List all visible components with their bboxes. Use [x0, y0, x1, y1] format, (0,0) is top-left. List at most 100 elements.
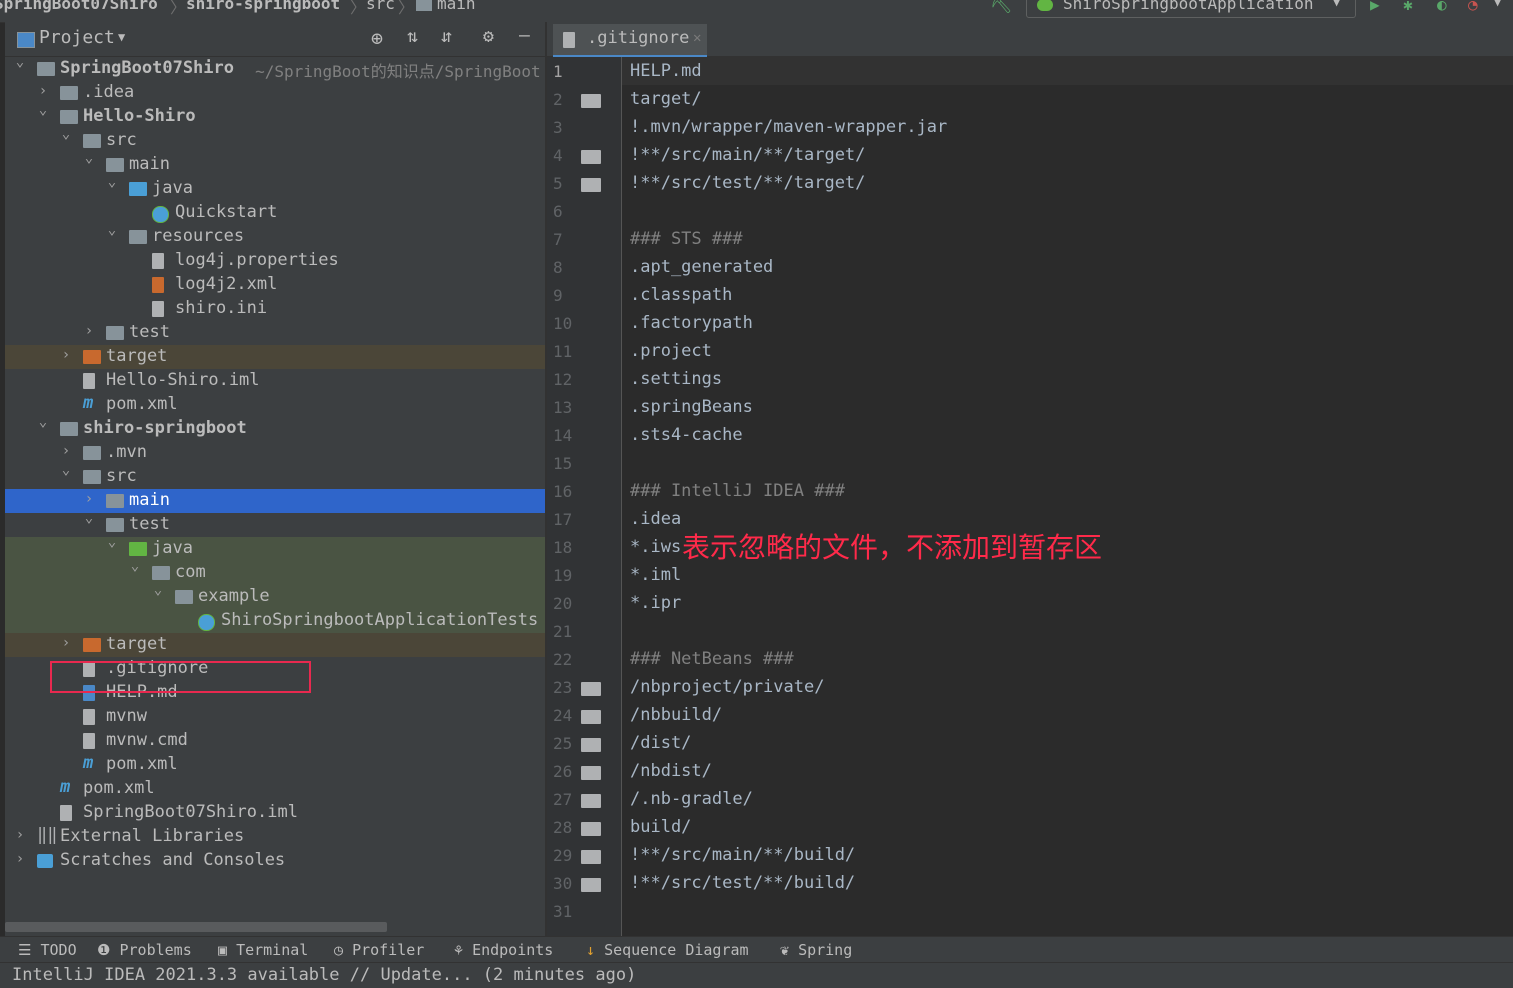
tree-node[interactable]: › ‖‖ External Libraries: [5, 825, 545, 849]
code-line[interactable]: ### STS ###: [630, 229, 743, 249]
code-editor[interactable]: HELP.md target/ !.mvn/wrapper/maven-wrappe…: [622, 57, 1513, 936]
chevron-down-icon[interactable]: ⌄: [36, 414, 50, 430]
tree-node[interactable]: › test: [5, 321, 545, 345]
horizontal-scrollbar[interactable]: [5, 922, 387, 932]
tree-node[interactable]: log4j.properties: [5, 249, 545, 273]
profile-icon[interactable]: ◔: [1468, 0, 1478, 14]
tree-node[interactable]: log4j2.xml: [5, 273, 545, 297]
code-line[interactable]: HELP.md: [630, 61, 702, 81]
code-line[interactable]: .idea: [630, 509, 681, 529]
tree-node[interactable]: ShiroSpringbootApplicationTests: [5, 609, 545, 633]
debug-icon[interactable]: ✱: [1403, 0, 1413, 14]
chevron-down-icon[interactable]: ⌄: [59, 126, 73, 142]
chevron-down-icon[interactable]: ▼: [118, 30, 125, 44]
build-hammer-icon[interactable]: ⛏: [990, 0, 1013, 15]
gear-icon[interactable]: ⚙: [483, 26, 494, 47]
chevron-right-icon[interactable]: ›: [36, 83, 50, 99]
tree-node[interactable]: › target: [5, 633, 545, 657]
tree-node[interactable]: ⌄ example: [5, 582, 545, 609]
collapse-all-icon[interactable]: ⇵: [441, 26, 452, 47]
code-line[interactable]: *.iws: [630, 537, 681, 557]
tool-sequence-diagram[interactable]: ↓ Sequence Diagram: [586, 941, 749, 959]
chevron-down-icon[interactable]: ⌄: [13, 54, 27, 70]
code-line[interactable]: .project: [630, 341, 712, 361]
tree-node[interactable]: › .idea: [5, 81, 545, 105]
tree-node[interactable]: ⌄ SpringBoot07Shiro ~/SpringBoot的知识点/Sprin…: [5, 54, 545, 81]
code-line[interactable]: /.nb-gradle/: [630, 789, 753, 809]
chevron-right-icon[interactable]: ›: [82, 491, 96, 507]
chevron-down-icon[interactable]: ⌄: [82, 150, 96, 166]
tree-node[interactable]: m pom.xml: [5, 753, 545, 777]
tree-node[interactable]: mvnw.cmd: [5, 729, 545, 753]
code-line[interactable]: .classpath: [630, 285, 732, 305]
tree-node[interactable]: ⌄ Hello-Shiro: [5, 102, 545, 129]
tree-node[interactable]: ⌄ resources: [5, 222, 545, 249]
breadcrumb-module[interactable]: shiro-springboot: [186, 0, 340, 13]
tree-node[interactable]: ⌄ shiro-springboot: [5, 414, 545, 441]
code-line[interactable]: target/: [630, 89, 702, 109]
code-line[interactable]: ### IntelliJ IDEA ###: [630, 481, 845, 501]
tree-node[interactable]: ⌄ test: [5, 510, 545, 537]
code-line[interactable]: .factorypath: [630, 313, 753, 333]
tree-node[interactable]: mvnw: [5, 705, 545, 729]
tree-node[interactable]: Quickstart: [5, 201, 545, 225]
code-line[interactable]: /nbproject/private/: [630, 677, 824, 697]
code-line[interactable]: .sts4-cache: [630, 425, 743, 445]
tree-node[interactable]: ⌄ com: [5, 558, 545, 585]
tab-gitignore[interactable]: .gitignore ✕: [553, 24, 707, 58]
code-line[interactable]: !**/src/test/**/target/: [630, 173, 865, 193]
code-line[interactable]: !**/src/test/**/build/: [630, 873, 855, 893]
code-line[interactable]: /nbbuild/: [630, 705, 722, 725]
code-line[interactable]: ### NetBeans ###: [630, 649, 794, 669]
status-message[interactable]: IntelliJ IDEA 2021.3.3 available // Upda…: [12, 965, 636, 985]
chevron-right-icon[interactable]: ›: [59, 635, 73, 651]
tree-node[interactable]: › target: [5, 345, 545, 369]
breadcrumb-main[interactable]: main: [437, 0, 476, 13]
tree-node[interactable]: m pom.xml: [5, 393, 545, 417]
tree-node[interactable]: ⌄ java: [5, 174, 545, 201]
tree-node[interactable]: m pom.xml: [5, 777, 545, 801]
hide-panel-icon[interactable]: —: [519, 25, 530, 46]
close-icon[interactable]: ✕: [693, 30, 701, 46]
chevron-down-icon[interactable]: ⌄: [128, 558, 142, 574]
chevron-down-icon[interactable]: ⌄: [151, 582, 165, 598]
code-line[interactable]: *.ipr: [630, 593, 681, 613]
tool-todo[interactable]: ☰ TODO: [18, 941, 77, 959]
tree-node[interactable]: Hello-Shiro.iml: [5, 369, 545, 393]
run-icon[interactable]: ▶: [1370, 0, 1380, 14]
chevron-down-icon[interactable]: ⌄: [105, 534, 119, 550]
tree-node[interactable]: SpringBoot07Shiro.iml: [5, 801, 545, 825]
tree-node[interactable]: ⌄ src: [5, 462, 545, 489]
code-line[interactable]: build/: [630, 817, 691, 837]
breadcrumb-project[interactable]: SpringBoot07Shiro: [0, 0, 158, 13]
code-line[interactable]: *.iml: [630, 565, 681, 585]
code-line[interactable]: !.mvn/wrapper/maven-wrapper.jar: [630, 117, 947, 137]
tool-problems[interactable]: ❶ Problems: [97, 941, 192, 959]
tool-endpoints[interactable]: ⚘ Endpoints: [454, 941, 553, 959]
tool-profiler[interactable]: ◷ Profiler: [334, 941, 424, 959]
code-line[interactable]: .settings: [630, 369, 722, 389]
code-line[interactable]: .apt_generated: [630, 257, 773, 277]
chevron-down-icon[interactable]: ⌄: [105, 174, 119, 190]
code-line[interactable]: /nbdist/: [630, 761, 712, 781]
breadcrumb-src[interactable]: src: [366, 0, 395, 13]
chevron-right-icon[interactable]: ›: [82, 323, 96, 339]
tree-node[interactable]: ⌄ main: [5, 150, 545, 177]
tree-node[interactable]: › .mvn: [5, 441, 545, 465]
tool-terminal[interactable]: ▣ Terminal: [218, 941, 308, 959]
chevron-down-icon[interactable]: ⌄: [105, 222, 119, 238]
locate-file-icon[interactable]: ⊕: [371, 26, 383, 50]
coverage-icon[interactable]: ◐: [1437, 0, 1447, 14]
code-line[interactable]: /dist/: [630, 733, 691, 753]
code-line[interactable]: .springBeans: [630, 397, 753, 417]
project-view-selector[interactable]: Project: [39, 27, 115, 48]
run-configuration-select[interactable]: ShiroSpringbootApplication ▼: [1026, 0, 1356, 18]
chevron-right-icon[interactable]: ›: [13, 827, 27, 843]
tree-node[interactable]: › Scratches and Consoles: [5, 849, 545, 873]
chevron-down-icon[interactable]: ⌄: [36, 102, 50, 118]
chevron-down-icon[interactable]: ⌄: [82, 510, 96, 526]
chevron-right-icon[interactable]: ›: [13, 851, 27, 867]
chevron-down-icon[interactable]: ⌄: [59, 462, 73, 478]
tool-spring[interactable]: ❦ Spring: [780, 941, 852, 959]
tree-node[interactable]: shiro.ini: [5, 297, 545, 321]
